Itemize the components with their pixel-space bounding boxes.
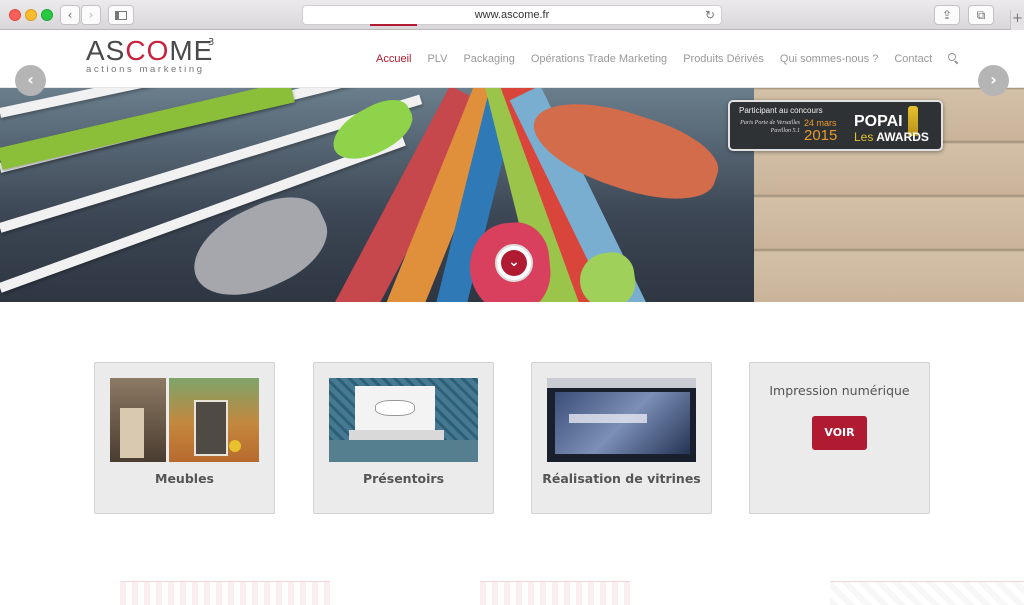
meubles-image xyxy=(110,378,259,462)
logo-text: ASCOME xyxy=(86,35,214,66)
reload-icon[interactable]: ↻ xyxy=(705,8,715,22)
tabs-icon: ⧉ xyxy=(976,7,986,22)
logo[interactable]: ASCOME 3 actions marketing xyxy=(86,35,215,76)
main-nav: Accueil PLV Packaging Opérations Trade M… xyxy=(369,24,960,88)
bottom-decoration xyxy=(830,581,1024,605)
site-header: ASCOME 3 actions marketing Accueil PLV P… xyxy=(0,24,1024,88)
card-title: Meubles xyxy=(155,471,214,486)
chevron-down-icon: ⌄ xyxy=(501,250,527,276)
address-bar[interactable]: www.ascome.fr ↻ xyxy=(302,5,722,25)
nav-item-plv[interactable]: PLV xyxy=(427,53,447,65)
browser-toolbar: ‹ › www.ascome.fr ↻ ⇪ ⧉ + xyxy=(0,0,1024,30)
card-vitrines[interactable]: Réalisation de vitrines xyxy=(531,362,712,514)
slider-prev-button[interactable]: ‹ xyxy=(15,65,46,96)
card-heading: Impression numérique xyxy=(769,383,910,398)
card-impression: Impression numérique VOIR xyxy=(749,362,930,514)
chevron-left-icon: ‹ xyxy=(67,8,73,22)
nav-item-packaging[interactable]: Packaging xyxy=(463,53,514,65)
scroll-down-button[interactable]: ⌄ xyxy=(495,244,533,282)
presentoirs-image xyxy=(329,378,478,462)
nav-item-accueil[interactable]: Accueil xyxy=(369,24,419,65)
badge-awards: AWARDS xyxy=(876,130,929,144)
badge-year: 2015 xyxy=(804,127,838,144)
chevron-left-icon: ‹ xyxy=(27,70,34,89)
badge-place: Paris Porte de Versailles Pavillon 5.1 xyxy=(740,120,800,134)
bottom-decoration xyxy=(120,581,330,605)
card-title: Réalisation de vitrines xyxy=(542,471,701,486)
chevron-right-icon: › xyxy=(990,70,997,89)
card-title: Présentoirs xyxy=(362,471,445,486)
vitrines-image xyxy=(547,378,696,462)
back-button[interactable]: ‹ xyxy=(60,5,80,25)
voir-button[interactable]: VOIR xyxy=(812,416,867,450)
hero-banner: Participant au concours Paris Porte de V… xyxy=(0,88,1024,302)
shoe-image xyxy=(179,182,341,302)
plus-icon: + xyxy=(1012,11,1023,26)
badge-brand: POPAI xyxy=(854,113,903,130)
popai-awards-badge: Participant au concours Paris Porte de V… xyxy=(728,100,943,151)
logo-accent: CO xyxy=(125,35,170,66)
nav-item-produits-derives[interactable]: Produits Dérivés xyxy=(683,53,764,65)
logo-tagline: actions marketing xyxy=(86,64,205,75)
badge-les: Les xyxy=(854,130,874,144)
forward-button[interactable]: › xyxy=(81,5,101,25)
badge-brand-line2: Les AWARDS xyxy=(854,130,929,144)
new-tab-button[interactable]: + xyxy=(1010,10,1024,30)
close-window-button[interactable] xyxy=(9,9,21,21)
bottom-decoration xyxy=(480,581,630,605)
badge-line1: Participant au concours xyxy=(739,106,823,115)
share-icon: ⇪ xyxy=(941,8,953,22)
search-icon[interactable] xyxy=(948,53,960,65)
tabs-overview-button[interactable]: ⧉ xyxy=(968,5,994,25)
sidebar-icon xyxy=(115,10,127,20)
share-button[interactable]: ⇪ xyxy=(934,5,960,25)
card-meubles[interactable]: Meubles xyxy=(94,362,275,514)
nav-item-contact[interactable]: Contact xyxy=(894,53,932,65)
logo-superscript: 3 xyxy=(208,37,215,48)
chevron-right-icon: › xyxy=(88,8,94,22)
minimize-window-button[interactable] xyxy=(25,9,37,21)
slider-next-button[interactable]: › xyxy=(978,65,1009,96)
card-presentoirs[interactable]: Présentoirs xyxy=(313,362,494,514)
zoom-window-button[interactable] xyxy=(41,9,53,21)
sidebar-toggle-button[interactable] xyxy=(108,5,134,25)
nav-item-qui-sommes-nous[interactable]: Qui sommes-nous ? xyxy=(780,53,878,65)
url-text: www.ascome.fr xyxy=(474,9,550,21)
nav-item-operations[interactable]: Opérations Trade Marketing xyxy=(531,53,667,65)
